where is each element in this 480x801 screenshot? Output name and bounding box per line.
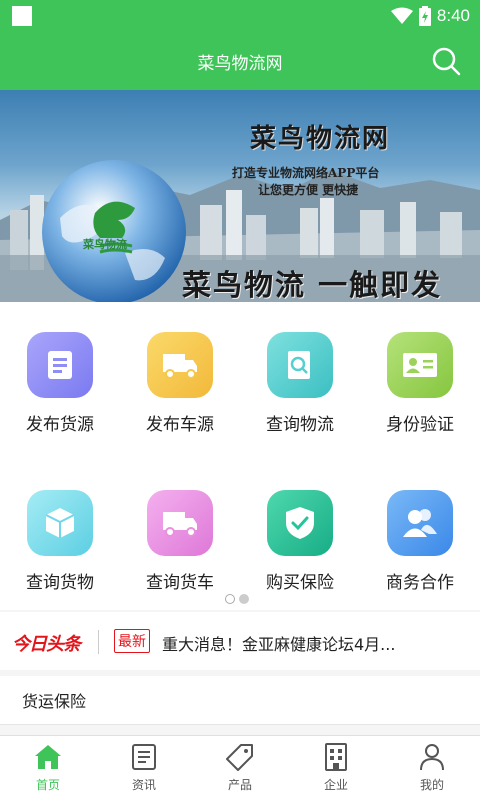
tab-mine[interactable]: 我的 [384,736,480,801]
truck-icon [147,490,213,556]
grid-item-identity-verify[interactable]: 身份验证 [360,302,480,442]
grid-item-query-cargo[interactable]: 查询货物 [0,460,120,600]
wifi-icon [390,7,413,24]
person-icon [420,744,444,771]
document-icon [27,332,93,398]
banner-title: 菜鸟物流网 [250,124,391,154]
banner-slogan: 菜鸟物流 一触即发 [182,268,443,302]
tab-label: 产品 [227,778,252,792]
page-dot-active[interactable] [239,594,249,604]
grid-item-buy-insurance[interactable]: 购买保险 [240,460,360,600]
divider [98,630,99,654]
bottom-tab-bar: 首页 资讯 产品 企业 我的 [0,735,480,801]
divider [0,724,480,725]
banner-subtitle-2: 让您更方便 更快捷 [258,183,359,197]
promo-banner[interactable]: 菜鸟物流 菜鸟物流网 打造专业物流网络APP平台 让您更方便 更快捷 菜鸟物流 … [0,90,480,302]
page-dot[interactable] [225,594,235,604]
news-ticker[interactable]: 今日头条 最新 重大消息！金亚麻健康论坛4月... [0,612,480,670]
tab-products[interactable]: 产品 [192,736,288,801]
section-header[interactable]: 货运保险 [0,676,480,724]
grid-item-query-truck[interactable]: 查询货车 [120,460,240,600]
page-title: 菜鸟物流网 [197,54,283,74]
grid-item-label: 查询物流 [266,415,334,435]
grid-item-query-logistics[interactable]: 查询物流 [240,302,360,442]
tag-icon [226,744,253,771]
search-document-icon [267,332,333,398]
notification-icon [12,6,32,26]
shield-check-icon [267,490,333,556]
grid-item-label: 发布车源 [146,415,214,435]
status-time: 8:40 [436,6,470,25]
tab-news[interactable]: 资讯 [96,736,192,801]
globe-logo-icon [42,160,186,302]
battery-icon [418,6,431,26]
grid-item-business-cooperation[interactable]: 商务合作 [360,460,480,600]
home-icon [35,745,61,769]
truck-icon [147,332,213,398]
tab-label: 企业 [323,778,348,792]
tab-enterprise[interactable]: 企业 [288,736,384,801]
status-bar: 8:40 [0,0,480,32]
tab-label: 资讯 [131,778,156,792]
function-grid: 发布货源 发布车源 查询物流 身份验证 查询货物 查询货车 购买保险 商务合作 [0,302,480,610]
app-header: 菜鸟物流网 [0,32,480,90]
news-headline[interactable]: 重大消息！金亚麻健康论坛4月... [162,631,395,655]
box-icon [27,490,93,556]
news-logo: 今日头条 [12,634,81,655]
news-badge: 最新 [114,629,150,653]
news-icon [132,744,156,770]
grid-item-label: 发布货源 [26,415,94,435]
grid-item-publish-vehicle[interactable]: 发布车源 [120,302,240,442]
section-title: 货运保险 [22,692,87,711]
tab-home[interactable]: 首页 [0,736,96,801]
id-card-icon [387,332,453,398]
status-icons: 8:40 [390,5,470,27]
grid-item-label: 商务合作 [386,573,454,593]
grid-item-label: 查询货车 [146,573,214,593]
search-icon[interactable] [430,45,462,77]
tab-label: 我的 [419,778,444,792]
users-icon [387,490,453,556]
banner-subtitle-1: 打造专业物流网络APP平台 [232,166,380,180]
grid-item-label: 购买保险 [266,573,334,593]
page-indicator [225,594,249,604]
grid-item-publish-cargo[interactable]: 发布货源 [0,302,120,442]
grid-item-label: 查询货物 [26,573,94,593]
grid-item-label: 身份验证 [386,415,454,435]
tab-label: 首页 [35,778,60,792]
banner-logo-text: 菜鸟物流 [83,238,127,251]
building-icon [325,743,347,771]
